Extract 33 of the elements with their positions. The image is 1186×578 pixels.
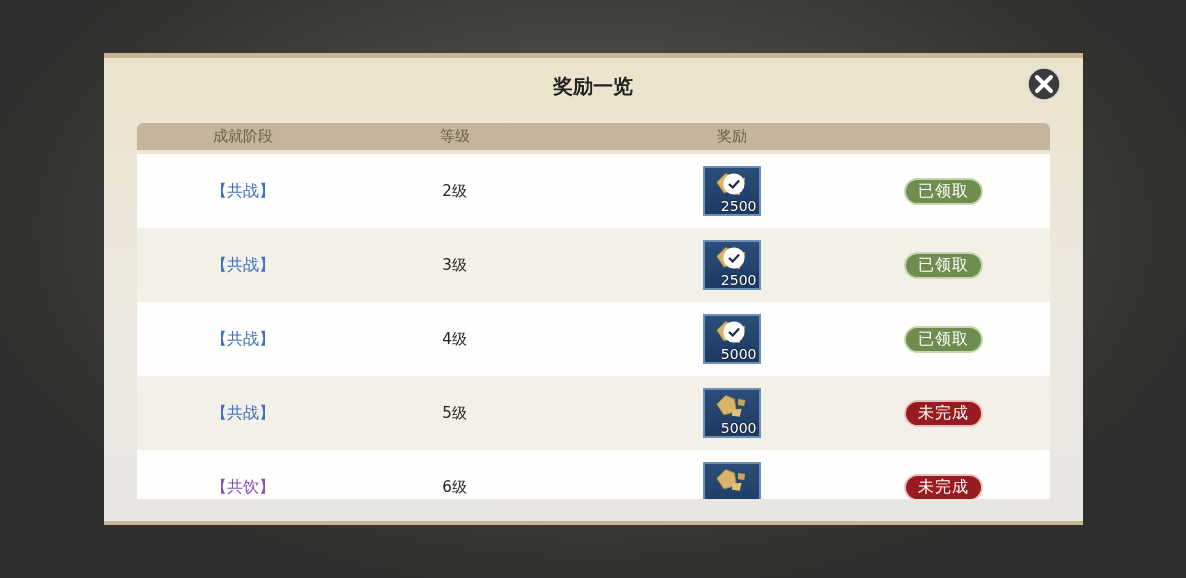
reward-item[interactable] [702, 462, 761, 499]
stage-name: 【共战】 [210, 402, 275, 424]
reward-amount: 2500 [720, 272, 757, 288]
checkmark-icon [722, 247, 745, 269]
level-text: 6级 [442, 477, 467, 497]
status-button[interactable]: 已领取 [903, 325, 983, 353]
level-text: 4级 [442, 329, 467, 349]
reward-item[interactable]: 5000 [702, 314, 761, 364]
column-header: 成就阶段 [212, 127, 273, 146]
status-button[interactable]: 未完成 [903, 399, 983, 427]
reward-amount: 5000 [720, 346, 757, 362]
column-header: 等级 [439, 127, 470, 146]
reward-item[interactable]: 2500 [702, 240, 761, 290]
dialog-title: 奖励一览 [553, 72, 633, 100]
column-header: 奖励 [716, 127, 747, 146]
stage-name: 【共战】 [210, 180, 275, 202]
reward-item[interactable]: 5000 [702, 388, 761, 438]
status-button[interactable]: 已领取 [903, 177, 983, 205]
stage-name: 【共战】 [210, 328, 275, 350]
level-text: 3级 [442, 255, 467, 275]
status-button[interactable]: 未完成 [903, 473, 983, 499]
stage-name: 【共战】 [210, 254, 275, 276]
level-text: 5级 [442, 403, 467, 423]
reward-item[interactable]: 2500 [702, 166, 761, 216]
close-button[interactable] [1026, 67, 1061, 101]
reward-amount: 5000 [720, 420, 757, 436]
close-icon [1026, 67, 1061, 101]
checkmark-icon [722, 173, 745, 195]
level-text: 2级 [442, 181, 467, 201]
status-button[interactable]: 已领取 [903, 251, 983, 279]
reward-amount: 2500 [720, 198, 757, 214]
checkmark-icon [722, 321, 745, 343]
stage-name: 【共饮】 [210, 476, 275, 498]
